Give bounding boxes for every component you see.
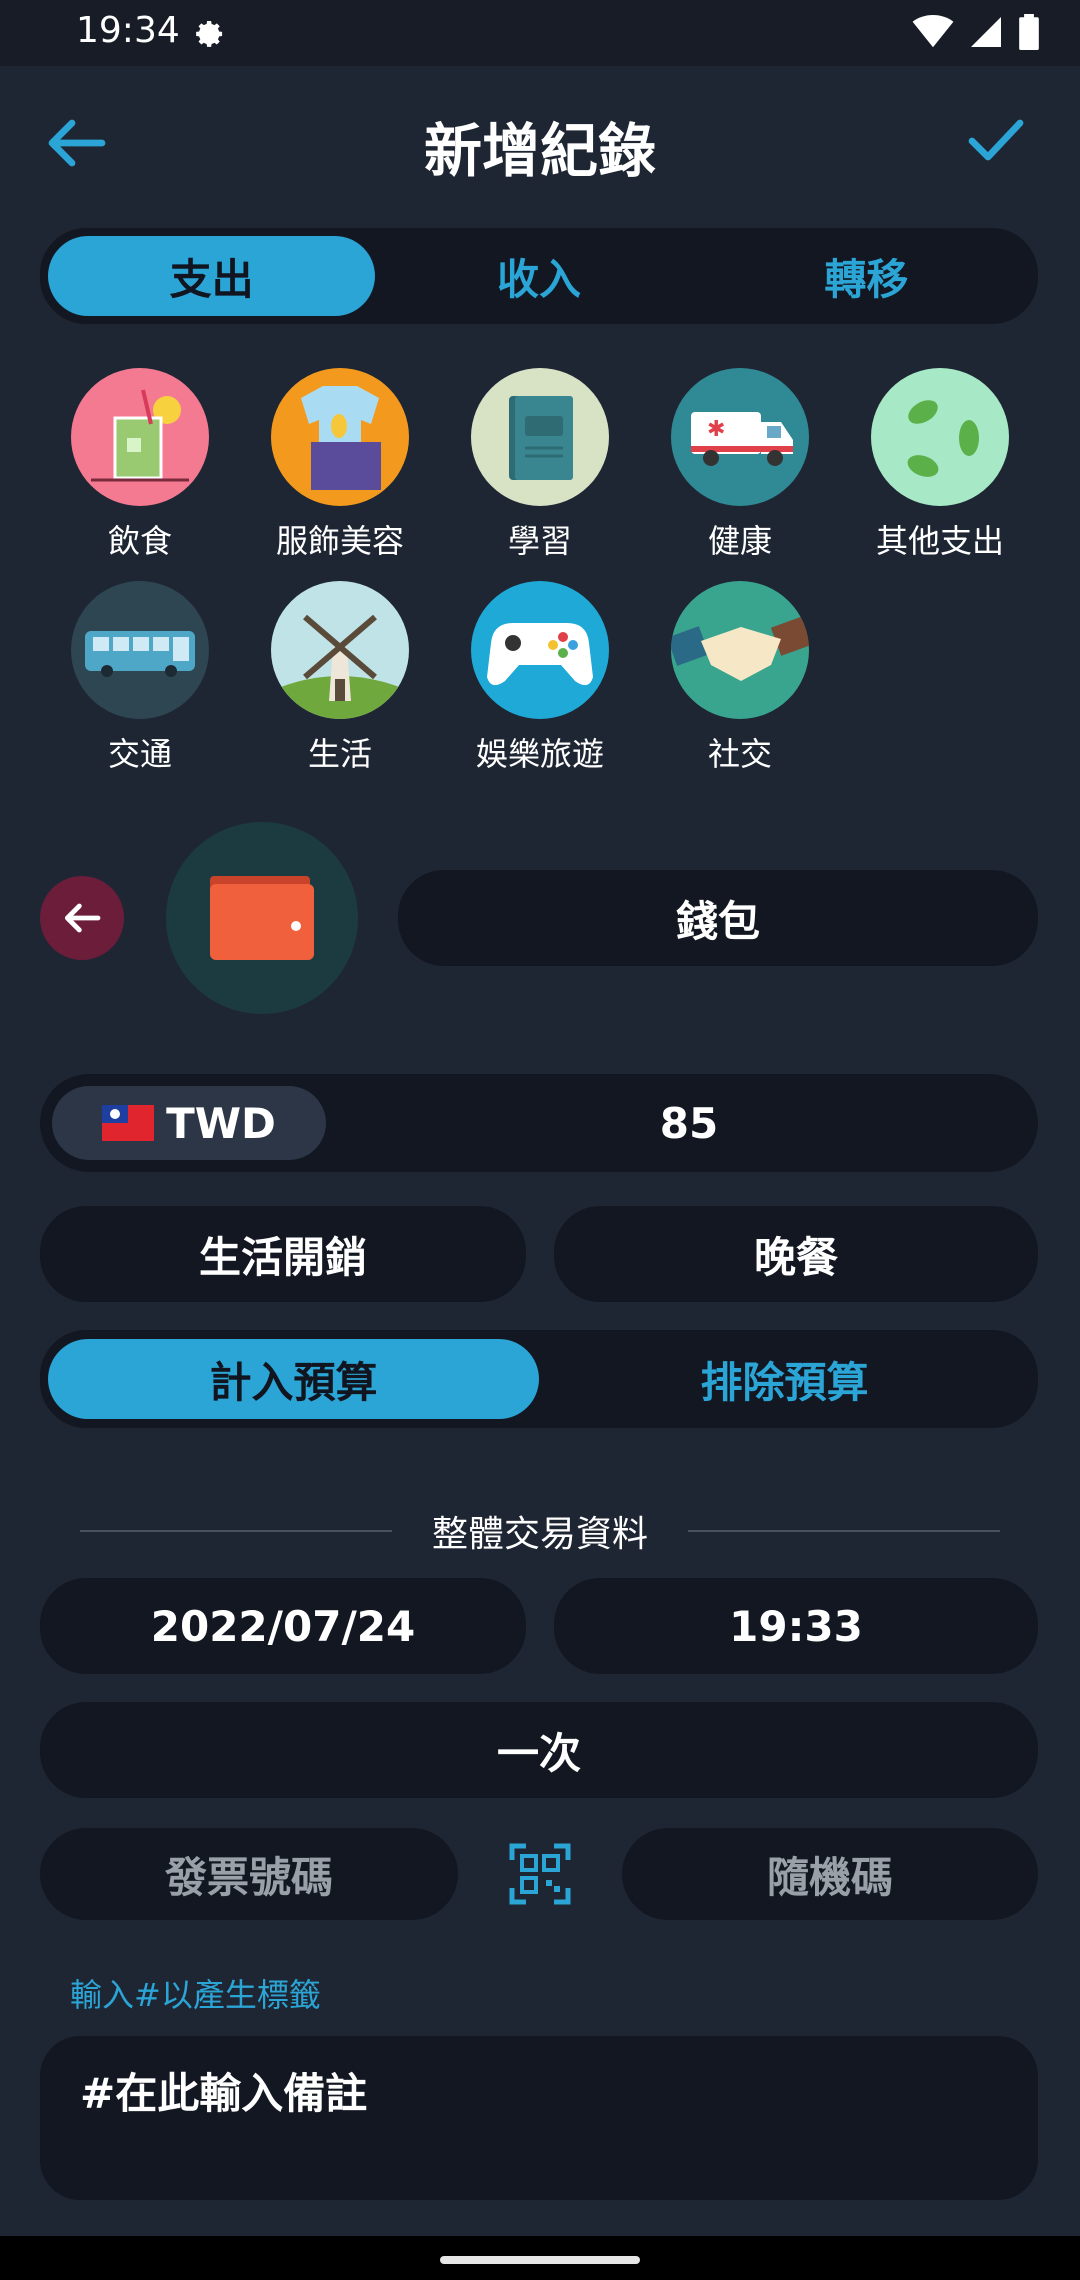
currency-code: TWD <box>166 1098 276 1148</box>
amount-input[interactable]: 85 <box>340 1074 1038 1172</box>
category-living[interactable]: 生活 <box>250 581 430 775</box>
confirm-check-icon[interactable] <box>966 116 1026 166</box>
divider <box>688 1530 1001 1532</box>
windmill-icon <box>271 581 409 719</box>
svg-text:✱: ✱ <box>707 417 725 442</box>
category-tag-button[interactable]: 生活開銷 <box>40 1206 526 1302</box>
category-label: 生活 <box>307 735 372 773</box>
status-bar: 19:34 <box>0 0 1080 66</box>
category-label: 飲食 <box>107 522 172 560</box>
wifi-icon <box>912 15 954 48</box>
invoice-number-field[interactable]: 發票號碼 <box>40 1828 458 1920</box>
status-time: 19:34 <box>76 10 180 51</box>
category-entertainment[interactable]: 娛樂旅遊 <box>450 581 630 775</box>
tag-hint: 輸入#以產生標籤 <box>70 1976 321 2014</box>
category-clothing[interactable]: 服飾美容 <box>250 368 430 562</box>
account-selector[interactable]: 錢包 <box>398 870 1038 966</box>
amount-row: TWD 85 <box>40 1074 1038 1172</box>
wallet-icon[interactable] <box>166 822 358 1014</box>
category-social[interactable]: 社交 <box>650 581 830 775</box>
repeat-selector[interactable]: 一次 <box>40 1702 1038 1798</box>
budget-tabs: 計入預算 排除預算 <box>40 1330 1038 1428</box>
book-icon <box>471 368 609 506</box>
home-handle[interactable] <box>440 2256 640 2264</box>
drink-icon <box>71 368 209 506</box>
category-transport[interactable]: 交通 <box>50 581 230 775</box>
tab-exclude-budget[interactable]: 排除預算 <box>539 1339 1030 1419</box>
category-label: 其他支出 <box>875 522 1004 560</box>
clothing-icon <box>271 368 409 506</box>
random-code-field[interactable]: 隨機碼 <box>622 1828 1038 1920</box>
tab-expense[interactable]: 支出 <box>48 236 376 316</box>
settings-gear-icon <box>196 20 223 47</box>
note-input[interactable]: #在此輸入備註 <box>40 2036 1038 2200</box>
handshake-icon <box>671 581 809 719</box>
divider <box>80 1530 392 1532</box>
qr-scan-icon[interactable] <box>508 1842 572 1906</box>
category-food[interactable]: 飲食 <box>50 368 230 562</box>
category-label: 交通 <box>107 735 172 773</box>
type-tabs: 支出 收入 轉移 <box>40 228 1038 324</box>
taiwan-flag-icon <box>102 1105 155 1141</box>
account-back-button[interactable] <box>40 876 124 960</box>
category-label: 學習 <box>507 522 572 560</box>
category-label: 服飾美容 <box>275 522 404 560</box>
date-picker[interactable]: 2022/07/24 <box>40 1578 526 1674</box>
category-other-expense[interactable]: 其他支出 <box>850 368 1030 562</box>
tab-income[interactable]: 收入 <box>375 236 702 316</box>
category-label: 健康 <box>707 522 772 560</box>
section-header: 整體交易資料 <box>80 1506 1001 1556</box>
section-title: 整體交易資料 <box>432 1514 649 1555</box>
ambulance-icon: ✱ <box>671 368 809 506</box>
tab-transfer[interactable]: 轉移 <box>703 236 1030 316</box>
category-label: 娛樂旅遊 <box>475 735 604 773</box>
signal-icon <box>971 17 1001 47</box>
battery-icon <box>1019 14 1039 50</box>
category-label: 社交 <box>707 735 772 773</box>
leaves-icon <box>871 368 1009 506</box>
currency-selector[interactable]: TWD <box>52 1086 326 1160</box>
time-picker[interactable]: 19:33 <box>554 1578 1038 1674</box>
arrow-left-icon <box>64 903 101 933</box>
navigation-bar <box>0 2236 1080 2280</box>
category-study[interactable]: 學習 <box>450 368 630 562</box>
gamepad-icon <box>471 581 609 719</box>
tab-include-budget[interactable]: 計入預算 <box>48 1339 539 1419</box>
subcategory-tag-button[interactable]: 晚餐 <box>554 1206 1038 1302</box>
note-placeholder: #在此輸入備註 <box>80 2069 368 2118</box>
app-bar: 新增紀錄 <box>0 66 1080 216</box>
page-title: 新增紀錄 <box>423 117 656 185</box>
category-health[interactable]: ✱ 健康 <box>650 368 830 562</box>
bus-icon <box>71 581 209 719</box>
